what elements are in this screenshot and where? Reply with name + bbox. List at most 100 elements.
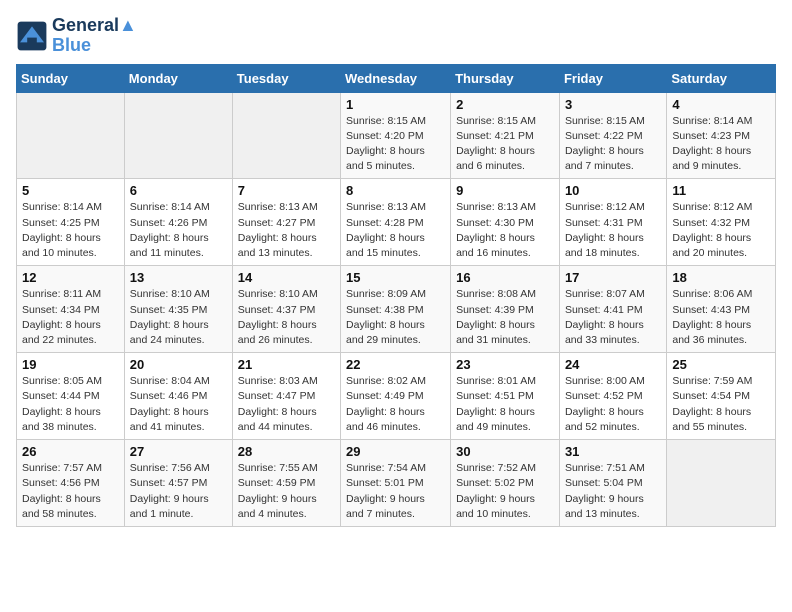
day-cell: 6 Sunrise: 8:14 AM Sunset: 4:26 PM Daylig… [124, 179, 232, 266]
day-number: 10 [565, 183, 661, 198]
day-number: 13 [130, 270, 227, 285]
day-cell: 9 Sunrise: 8:13 AM Sunset: 4:30 PM Daylig… [451, 179, 560, 266]
day-cell: 4 Sunrise: 8:14 AM Sunset: 4:23 PM Daylig… [667, 92, 776, 179]
day-cell: 23Sunrise: 8:01 AM Sunset: 4:51 PM Dayli… [451, 353, 560, 440]
day-cell: 10 Sunrise: 8:12 AM Sunset: 4:31 PM Dayli… [559, 179, 666, 266]
day-info: Sunrise: 8:07 AM Sunset: 4:41 PM Dayligh… [565, 287, 661, 348]
day-cell: 8 Sunrise: 8:13 AM Sunset: 4:28 PM Daylig… [341, 179, 451, 266]
day-number: 12 [22, 270, 119, 285]
day-number: 28 [238, 444, 335, 459]
day-cell: 24 Sunrise: 8:00 AM Sunset: 4:52 PM Dayli… [559, 353, 666, 440]
day-cell: 31 Sunrise: 7:51 AM Sunset: 5:04 PM Dayli… [559, 440, 666, 527]
day-info: Sunrise: 8:04 AM Sunset: 4:46 PM Dayligh… [130, 374, 227, 435]
day-number: 3 [565, 97, 661, 112]
weekday-header-thursday: Thursday [451, 64, 560, 92]
day-cell: 14 Sunrise: 8:10 AM Sunset: 4:37 PM Dayli… [232, 266, 340, 353]
logo-icon [16, 20, 48, 52]
day-info: Sunrise: 7:54 AM Sunset: 5:01 PM Dayligh… [346, 461, 445, 522]
day-number: 17 [565, 270, 661, 285]
day-info: Sunrise: 7:57 AM Sunset: 4:56 PM Dayligh… [22, 461, 119, 522]
day-number: 22 [346, 357, 445, 372]
day-info: Sunrise: 8:00 AM Sunset: 4:52 PM Dayligh… [565, 374, 661, 435]
day-cell: 27 Sunrise: 7:56 AM Sunset: 4:57 PM Dayli… [124, 440, 232, 527]
day-info: Sunrise: 8:13 AM Sunset: 4:28 PM Dayligh… [346, 200, 445, 261]
day-cell: 29 Sunrise: 7:54 AM Sunset: 5:01 PM Dayli… [341, 440, 451, 527]
day-info: Sunrise: 8:08 AM Sunset: 4:39 PM Dayligh… [456, 287, 554, 348]
day-number: 26 [22, 444, 119, 459]
day-info: Sunrise: 7:55 AM Sunset: 4:59 PM Dayligh… [238, 461, 335, 522]
day-number: 11 [672, 183, 770, 198]
weekday-header-wednesday: Wednesday [341, 64, 451, 92]
day-number: 2 [456, 97, 554, 112]
logo-text: General▲ Blue [52, 16, 137, 56]
page-header: General▲ Blue [16, 16, 776, 56]
day-number: 7 [238, 183, 335, 198]
day-info: Sunrise: 8:02 AM Sunset: 4:49 PM Dayligh… [346, 374, 445, 435]
day-cell: 7Sunrise: 8:13 AM Sunset: 4:27 PM Daylig… [232, 179, 340, 266]
day-info: Sunrise: 8:01 AM Sunset: 4:51 PM Dayligh… [456, 374, 554, 435]
week-row-5: 26 Sunrise: 7:57 AM Sunset: 4:56 PM Dayli… [17, 440, 776, 527]
day-number: 25 [672, 357, 770, 372]
week-row-1: 1Sunrise: 8:15 AM Sunset: 4:20 PM Daylig… [17, 92, 776, 179]
day-cell [17, 92, 125, 179]
day-cell: 28 Sunrise: 7:55 AM Sunset: 4:59 PM Dayli… [232, 440, 340, 527]
day-number: 31 [565, 444, 661, 459]
day-info: Sunrise: 8:03 AM Sunset: 4:47 PM Dayligh… [238, 374, 335, 435]
day-cell: 21 Sunrise: 8:03 AM Sunset: 4:47 PM Dayli… [232, 353, 340, 440]
weekday-header-sunday: Sunday [17, 64, 125, 92]
day-number: 15 [346, 270, 445, 285]
day-info: Sunrise: 8:10 AM Sunset: 4:37 PM Dayligh… [238, 287, 335, 348]
day-cell: 25 Sunrise: 7:59 AM Sunset: 4:54 PM Dayli… [667, 353, 776, 440]
day-info: Sunrise: 8:13 AM Sunset: 4:30 PM Dayligh… [456, 200, 554, 261]
day-number: 27 [130, 444, 227, 459]
day-number: 18 [672, 270, 770, 285]
day-cell: 12Sunrise: 8:11 AM Sunset: 4:34 PM Dayli… [17, 266, 125, 353]
day-info: Sunrise: 7:59 AM Sunset: 4:54 PM Dayligh… [672, 374, 770, 435]
day-info: Sunrise: 7:51 AM Sunset: 5:04 PM Dayligh… [565, 461, 661, 522]
weekday-header-tuesday: Tuesday [232, 64, 340, 92]
calendar-table: SundayMondayTuesdayWednesdayThursdayFrid… [16, 64, 776, 527]
day-info: Sunrise: 8:14 AM Sunset: 4:25 PM Dayligh… [22, 200, 119, 261]
day-number: 6 [130, 183, 227, 198]
day-cell: 26 Sunrise: 7:57 AM Sunset: 4:56 PM Dayli… [17, 440, 125, 527]
day-info: Sunrise: 8:15 AM Sunset: 4:21 PM Dayligh… [456, 114, 554, 175]
day-number: 29 [346, 444, 445, 459]
calendar-body: 1Sunrise: 8:15 AM Sunset: 4:20 PM Daylig… [17, 92, 776, 526]
logo: General▲ Blue [16, 16, 137, 56]
day-number: 21 [238, 357, 335, 372]
day-number: 5 [22, 183, 119, 198]
day-info: Sunrise: 8:06 AM Sunset: 4:43 PM Dayligh… [672, 287, 770, 348]
day-info: Sunrise: 8:14 AM Sunset: 4:26 PM Dayligh… [130, 200, 227, 261]
day-number: 1 [346, 97, 445, 112]
day-number: 8 [346, 183, 445, 198]
day-cell [124, 92, 232, 179]
weekday-header-friday: Friday [559, 64, 666, 92]
day-cell: 30Sunrise: 7:52 AM Sunset: 5:02 PM Dayli… [451, 440, 560, 527]
day-cell: 5 Sunrise: 8:14 AM Sunset: 4:25 PM Daylig… [17, 179, 125, 266]
day-info: Sunrise: 8:14 AM Sunset: 4:23 PM Dayligh… [672, 114, 770, 175]
day-number: 14 [238, 270, 335, 285]
day-info: Sunrise: 8:05 AM Sunset: 4:44 PM Dayligh… [22, 374, 119, 435]
day-cell [232, 92, 340, 179]
day-cell: 13Sunrise: 8:10 AM Sunset: 4:35 PM Dayli… [124, 266, 232, 353]
day-cell: 2 Sunrise: 8:15 AM Sunset: 4:21 PM Daylig… [451, 92, 560, 179]
day-cell: 1Sunrise: 8:15 AM Sunset: 4:20 PM Daylig… [341, 92, 451, 179]
day-info: Sunrise: 8:12 AM Sunset: 4:32 PM Dayligh… [672, 200, 770, 261]
day-number: 16 [456, 270, 554, 285]
week-row-2: 5 Sunrise: 8:14 AM Sunset: 4:25 PM Daylig… [17, 179, 776, 266]
day-number: 20 [130, 357, 227, 372]
day-info: Sunrise: 8:09 AM Sunset: 4:38 PM Dayligh… [346, 287, 445, 348]
day-number: 9 [456, 183, 554, 198]
day-number: 24 [565, 357, 661, 372]
day-info: Sunrise: 7:56 AM Sunset: 4:57 PM Dayligh… [130, 461, 227, 522]
day-cell: 15 Sunrise: 8:09 AM Sunset: 4:38 PM Dayli… [341, 266, 451, 353]
day-cell: 22 Sunrise: 8:02 AM Sunset: 4:49 PM Dayli… [341, 353, 451, 440]
day-cell: 3Sunrise: 8:15 AM Sunset: 4:22 PM Daylig… [559, 92, 666, 179]
day-number: 30 [456, 444, 554, 459]
day-cell: 16 Sunrise: 8:08 AM Sunset: 4:39 PM Dayli… [451, 266, 560, 353]
day-number: 19 [22, 357, 119, 372]
day-info: Sunrise: 8:12 AM Sunset: 4:31 PM Dayligh… [565, 200, 661, 261]
day-cell [667, 440, 776, 527]
weekday-header-row: SundayMondayTuesdayWednesdayThursdayFrid… [17, 64, 776, 92]
day-number: 4 [672, 97, 770, 112]
